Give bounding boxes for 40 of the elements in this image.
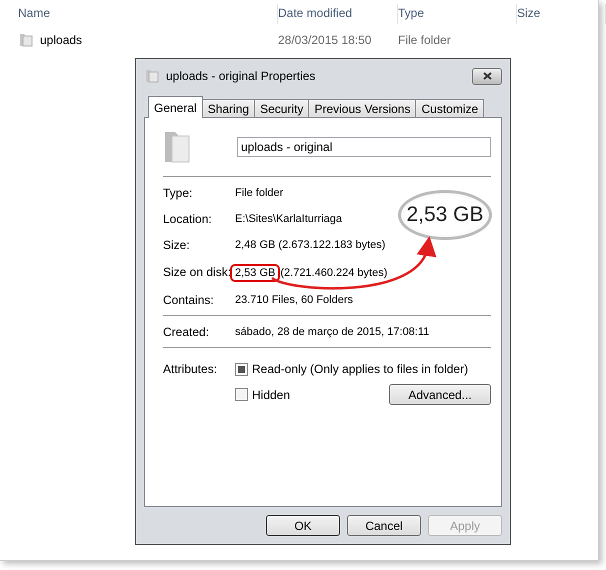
folder-icon (18, 32, 34, 48)
advanced-button[interactable]: Advanced... (389, 384, 491, 405)
tab[interactable]: Security (254, 99, 310, 118)
property-label: Attributes: (163, 362, 218, 378)
property-label: Contains: (163, 292, 215, 306)
tab[interactable]: Previous Versions (308, 99, 416, 118)
tab[interactable]: General (148, 96, 203, 118)
column-header[interactable]: Type (398, 4, 517, 24)
close-button[interactable] (472, 68, 502, 84)
column-header[interactable]: Name (18, 4, 278, 24)
folder-icon (144, 68, 160, 84)
tab[interactable]: Sharing (202, 99, 256, 118)
property-label: Location: (163, 212, 213, 226)
table-cell-text: 28/03/2015 18:50 (278, 33, 372, 47)
property-label: Size: (163, 238, 191, 252)
checkbox[interactable] (235, 362, 248, 376)
column-header[interactable]: Date modified (278, 4, 398, 24)
column-header[interactable]: Size (517, 4, 606, 24)
name-field[interactable]: uploads - original (237, 137, 491, 157)
file-name[interactable]: uploads (40, 33, 82, 47)
checkbox-label: Read-only (Only applies to files in folder) (252, 362, 468, 376)
highlighted-value: 2,53 GB (230, 264, 280, 282)
window-title: uploads - original Properties (166, 69, 316, 83)
folder-icon (163, 130, 191, 164)
property-value: 23.710 Files, 60 Folders (235, 294, 354, 306)
tab[interactable]: Customize (415, 99, 484, 118)
dialog-button[interactable]: Cancel (347, 515, 421, 536)
property-value: E:\Sites\KarlaIturriaga (235, 212, 342, 224)
property-value: sábado, 28 de março de 2015, 17:08:11 (235, 326, 430, 338)
property-value: File folder (235, 186, 284, 198)
dialog-button[interactable]: OK (266, 515, 340, 536)
table-cell-text: File folder (398, 33, 452, 47)
property-value: 2,48 GB (2.673.122.183 bytes) (235, 238, 386, 250)
property-label: Type: (163, 186, 194, 200)
property-value: (2.721.460.224 bytes) (280, 267, 388, 279)
checkbox-label: Hidden (252, 388, 290, 402)
property-label: Size on disk: (163, 265, 232, 279)
property-label: Created: (163, 324, 210, 338)
close-icon (482, 72, 492, 80)
checkbox[interactable] (235, 388, 248, 401)
